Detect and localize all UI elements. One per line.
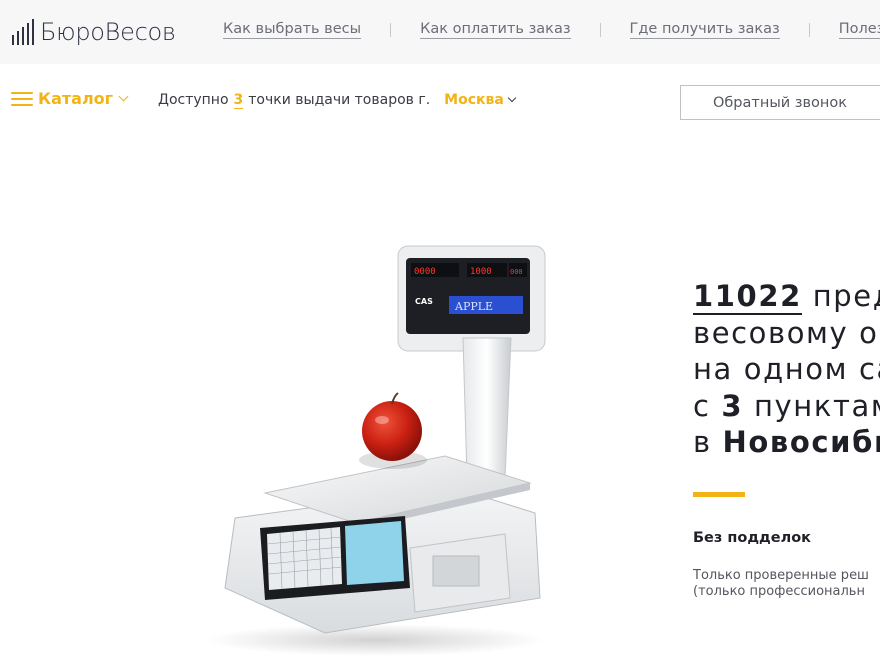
city-selector[interactable]: Москва	[444, 92, 517, 108]
chevron-down-icon	[507, 93, 517, 103]
headline-line-4: с 3 пунктам	[693, 388, 880, 425]
hero-headline: 11022 предл весовому об на одном са с 3 …	[693, 278, 880, 461]
pickup-count-link[interactable]: 3	[233, 92, 244, 109]
feature-text-line-2: (только профессиональн	[693, 584, 865, 599]
headline-line-5: в Новосиби	[693, 424, 880, 461]
display-digits-1: 0000	[414, 267, 436, 277]
hero-section: 0000 1000 000 CAS APPLE 11022 предл	[0, 138, 880, 660]
accent-divider	[693, 492, 745, 497]
hamburger-icon	[11, 91, 33, 106]
headline-line-1: 11022 предл	[693, 278, 880, 315]
top-bar: БюроВесов Как выбрать весы Как оплатить …	[0, 0, 880, 64]
catalog-label: Каталог	[38, 89, 114, 108]
headline-line-5-prefix: в	[693, 425, 723, 459]
offers-count: 11022	[693, 279, 802, 315]
pickup-suffix: точки выдачи товаров г.	[248, 92, 431, 108]
pickup-info: Доступно 3 точки выдачи товаров г. Москв…	[158, 92, 517, 109]
headline-line-4-rest: пунктам	[743, 388, 880, 423]
brand-name: БюроВесов	[40, 18, 176, 46]
nav-link-how-to-pay[interactable]: Как оплатить заказ	[420, 21, 571, 39]
display-digits-2: 1000	[470, 267, 492, 277]
scale-product-image: 0000 1000 000 CAS APPLE	[205, 245, 546, 656]
headline-city: Новосиби	[722, 425, 880, 459]
callback-button[interactable]: Обратный звонок	[680, 85, 880, 120]
sub-header: Каталог Доступно 3 точки выдачи товаров …	[0, 64, 880, 138]
headline-line-2: весовому об	[693, 315, 880, 350]
display-text: APPLE	[454, 300, 493, 313]
pickup-prefix: Доступно	[158, 92, 229, 108]
nav-link-where-to-get[interactable]: Где получить заказ	[629, 21, 780, 39]
nav-link-useful[interactable]: Полезн	[838, 21, 880, 39]
nav-divider	[808, 23, 810, 37]
display-digits-3: 000	[510, 268, 523, 276]
nav-divider	[599, 23, 601, 37]
chevron-down-icon	[118, 91, 129, 102]
site-logo[interactable]: БюроВесов	[12, 17, 176, 47]
nav-divider	[390, 23, 392, 37]
headline-line-4-prefix: с	[693, 388, 722, 423]
pickup-points-count: 3	[721, 388, 744, 423]
feature-title: Без подделок	[693, 530, 812, 546]
top-navigation: Как выбрать весы Как оплатить заказ Где …	[223, 21, 880, 39]
logo-bars-icon	[12, 19, 34, 45]
nav-link-how-to-choose[interactable]: Как выбрать весы	[223, 21, 362, 39]
feature-description: Только проверенные реш (только профессио…	[693, 568, 869, 600]
feature-text-line-1: Только проверенные реш	[693, 568, 869, 583]
city-name: Москва	[444, 92, 504, 108]
headline-line-3: на одном са	[693, 352, 880, 386]
headline-line-1-rest: предл	[812, 279, 880, 313]
display-brand: CAS	[415, 297, 433, 306]
catalog-menu-button[interactable]: Каталог	[11, 89, 129, 108]
